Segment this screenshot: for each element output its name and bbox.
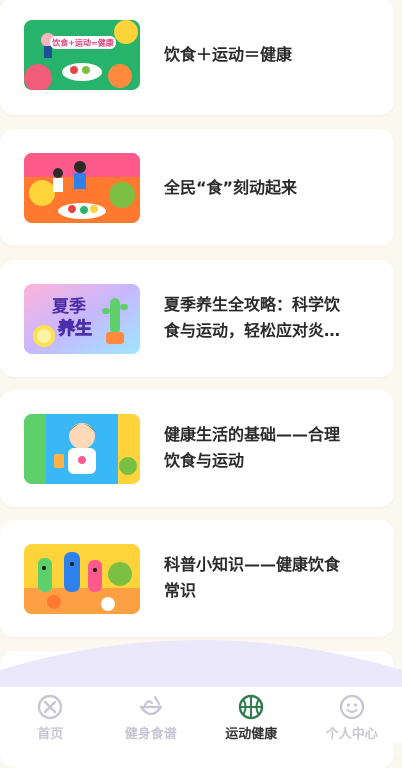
tab-label: 个人中心 [326,723,378,742]
tab-personal-center[interactable]: 个人中心 [302,687,402,743]
tab-sports-health[interactable]: 运动健康 [201,687,302,743]
article-title: 全民“食”刻动起来 [164,175,350,201]
basketball-icon [237,693,265,721]
article-card[interactable]: 饮食+运动=健康 饮食＋运动＝健康 [0,0,394,115]
healthy-food-illustration: 饮食+运动=健康 [24,20,140,90]
article-card[interactable]: 夏季 养生 夏季养生全攻略：科学饮食与运动，轻松应对炎热夏天 [0,260,394,377]
tab-label: 健身食谱 [125,723,177,742]
article-card[interactable]: 健康生活的基础——合理饮食与运动 [0,390,394,507]
article-card[interactable]: 全民“食”刻动起来 [0,129,394,246]
decorative-wave [0,620,402,690]
thumb-text: 养生 [57,318,92,339]
food-bowl-icon [137,693,165,721]
article-thumbnail [24,153,140,223]
article-thumbnail: 夏季 养生 [24,284,140,354]
article-title: 科普小知识——健康饮食常识 [164,552,350,604]
vegetable-characters-illustration [24,544,140,614]
bottom-tab-bar: 首页 健身食谱 运动健康 个人中心 [0,686,402,743]
article-title: 夏季养生全攻略：科学饮食与运动，轻松应对炎热夏天 [164,292,350,344]
article-title: 健康生活的基础——合理饮食与运动 [164,422,350,474]
tab-label: 运动健康 [225,723,277,742]
thumb-text: 饮食+运动=健康 [51,38,114,48]
thumb-text: 夏季 [52,296,86,317]
tab-fitness-recipes[interactable]: 健身食谱 [101,687,202,743]
summer-cactus-illustration: 夏季 养生 [24,284,140,354]
tab-home[interactable]: 首页 [0,687,101,743]
home-icon [36,693,64,721]
article-thumbnail [24,414,140,484]
boy-with-drink-illustration [24,414,140,484]
smiley-face-icon [338,693,366,721]
article-thumbnail [24,544,140,614]
article-title: 饮食＋运动＝健康 [164,42,350,68]
tab-label: 首页 [37,723,63,742]
article-thumbnail: 饮食+运动=健康 [24,20,140,90]
people-exercising-illustration [24,153,140,223]
